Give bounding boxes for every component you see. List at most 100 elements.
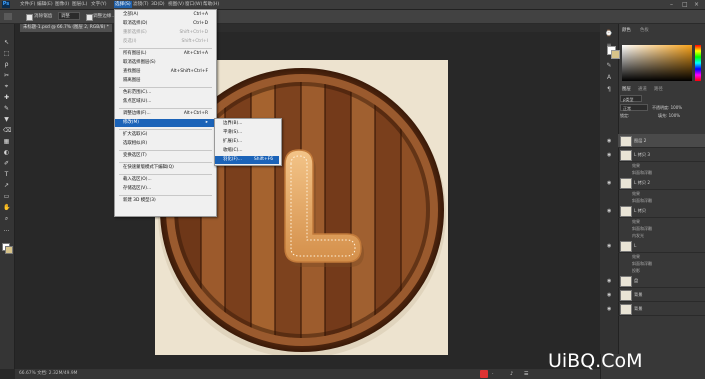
visibility-eye-icon[interactable]: ◉ bbox=[607, 180, 611, 186]
background-color-swatch[interactable] bbox=[611, 50, 620, 59]
tray-icon-1[interactable]: ⋅ bbox=[492, 371, 494, 377]
menu-file[interactable]: 文件(F) bbox=[20, 1, 35, 8]
select-menu-item[interactable]: 反选(I) Shift+Ctrl+I bbox=[115, 38, 214, 46]
layer-row[interactable]: ◉ 盘 bbox=[607, 274, 705, 288]
visibility-eye-icon[interactable]: ◉ bbox=[607, 152, 611, 158]
select-menu-item[interactable]: 在快速蒙版模式下编辑(Q) bbox=[115, 164, 214, 172]
hue-slider[interactable] bbox=[695, 45, 701, 81]
blend-mode-select[interactable]: 正常 bbox=[620, 104, 648, 111]
select-menu-item[interactable]: 修改(M) ▸ bbox=[115, 119, 214, 127]
layer-filter-select[interactable]: ρ类型 bbox=[620, 95, 642, 102]
select-menu-item[interactable]: 载入选区(O)... bbox=[115, 176, 214, 184]
tab-layers[interactable]: 图层 bbox=[622, 86, 631, 92]
layer-effect[interactable]: 斜面和浮雕 bbox=[632, 197, 652, 204]
history-icon[interactable]: ⌚ bbox=[605, 30, 613, 37]
path-select-tool-icon[interactable]: ↗ bbox=[3, 183, 10, 189]
style-select[interactable]: 调整 bbox=[58, 12, 80, 20]
menu-window[interactable]: 窗口(W) bbox=[185, 1, 202, 8]
tab-color[interactable]: 颜色 bbox=[622, 27, 631, 33]
select-menu-item[interactable]: 调整边缘(F)... Alt+Ctrl+R bbox=[115, 110, 214, 118]
layer-row[interactable]: ◉ L 拷贝 3 bbox=[607, 148, 705, 162]
modify-menu-item[interactable]: 扩展(E)... bbox=[215, 138, 279, 146]
layer-row[interactable]: ◉ L 拷贝 bbox=[607, 204, 705, 218]
visibility-eye-icon[interactable]: ◉ bbox=[607, 292, 611, 298]
menu-image[interactable]: 图像(I) bbox=[55, 1, 69, 8]
select-menu-item[interactable]: 查找图层 Alt+Shift+Ctrl+F bbox=[115, 68, 214, 76]
zoom-tool-icon[interactable]: ⌕ bbox=[3, 216, 10, 222]
color-picker-field[interactable] bbox=[622, 45, 692, 81]
tab-channels[interactable]: 通道 bbox=[638, 86, 647, 92]
close-icon[interactable]: × bbox=[694, 1, 699, 8]
type-tool-icon[interactable]: T bbox=[3, 172, 10, 178]
tray-icon-3[interactable]: ☰ bbox=[524, 371, 528, 377]
layer-effect[interactable]: 效果 bbox=[632, 218, 640, 225]
select-menu-item[interactable]: 扩大选取(G) bbox=[115, 131, 214, 139]
select-menu-item[interactable]: 取消选择(D) Ctrl+D bbox=[115, 20, 214, 28]
select-menu-item[interactable]: 所有图层(L) Alt+Ctrl+A bbox=[115, 50, 214, 58]
visibility-eye-icon[interactable]: ◉ bbox=[607, 278, 611, 284]
marquee-tool-icon[interactable]: ⬚ bbox=[3, 51, 10, 57]
toolbox-background-swatch[interactable] bbox=[5, 246, 13, 254]
visibility-eye-icon[interactable]: ◉ bbox=[607, 208, 611, 214]
shape-tool-icon[interactable]: ▭ bbox=[3, 194, 10, 200]
fill-field[interactable]: 填充: 100% bbox=[658, 113, 680, 119]
menu-select[interactable]: 选择(S) bbox=[114, 1, 132, 8]
tool-preset-icon[interactable] bbox=[4, 13, 12, 20]
hand-tool-icon[interactable]: ✋ bbox=[3, 205, 10, 211]
select-menu-item[interactable]: 新建 3D 模型(3) bbox=[115, 197, 214, 205]
select-menu-item[interactable]: 取消选择图层(S) bbox=[115, 59, 214, 67]
select-menu-item[interactable]: 变换选区(T) bbox=[115, 152, 214, 160]
menu-3d[interactable]: 3D(D) bbox=[151, 1, 165, 8]
layer-effect[interactable]: 斜面和浮雕 bbox=[632, 260, 652, 267]
crop-tool-icon[interactable]: ✂ bbox=[3, 73, 10, 79]
healing-tool-icon[interactable]: ✚ bbox=[3, 95, 10, 101]
layer-effect[interactable]: 斜面和浮雕 bbox=[632, 169, 652, 176]
select-menu-item[interactable]: 焦点区域(U)... bbox=[115, 98, 214, 106]
layer-row[interactable]: ◉ 图层 2 bbox=[607, 134, 705, 148]
layer-effect[interactable]: 效果 bbox=[632, 190, 640, 197]
move-tool-icon[interactable]: ↖ bbox=[3, 40, 10, 46]
lasso-tool-icon[interactable]: ρ bbox=[3, 62, 10, 68]
minimize-icon[interactable]: – bbox=[670, 1, 673, 8]
visibility-eye-icon[interactable]: ◉ bbox=[607, 138, 611, 144]
layer-row[interactable]: ◉ L 拷贝 2 bbox=[607, 176, 705, 190]
character-icon[interactable]: A bbox=[605, 74, 613, 81]
select-menu-item[interactable]: 选取相似(R) bbox=[115, 140, 214, 148]
layer-effect[interactable]: 投影 bbox=[632, 267, 640, 274]
modify-menu-item[interactable]: 羽化(F)... Shift+F6 bbox=[215, 156, 279, 164]
layer-effect[interactable]: 效果 bbox=[632, 162, 640, 169]
layer-effect[interactable]: 效果 bbox=[632, 253, 640, 260]
more-tools-icon[interactable]: … bbox=[3, 227, 10, 233]
eyedropper-tool-icon[interactable]: ⌖ bbox=[3, 84, 10, 90]
layer-effect[interactable]: 斜面和浮雕 bbox=[632, 225, 652, 232]
tab-swatches[interactable]: 色板 bbox=[640, 27, 649, 33]
gradient-tool-icon[interactable]: ▦ bbox=[3, 139, 10, 145]
eraser-tool-icon[interactable]: ⌫ bbox=[3, 128, 11, 134]
stamp-tool-icon[interactable]: ▼ bbox=[3, 117, 10, 123]
visibility-eye-icon[interactable]: ◉ bbox=[607, 306, 611, 312]
layer-row[interactable]: ◉ 背景 bbox=[607, 302, 705, 316]
select-menu-item[interactable]: 重新选择(E) Shift+Ctrl+D bbox=[115, 29, 214, 37]
paragraph-icon[interactable]: ¶ bbox=[605, 86, 613, 93]
visibility-eye-icon[interactable]: ◉ bbox=[607, 243, 611, 249]
menu-edit[interactable]: 编辑(E) bbox=[37, 1, 53, 8]
brush-icon[interactable]: ✎ bbox=[605, 62, 613, 69]
layer-effect[interactable]: 内发光 bbox=[632, 232, 644, 239]
document-tab[interactable]: 未标题-1.psd @ 66.7% (图层 2, RGB/8) * bbox=[20, 24, 112, 32]
tab-paths[interactable]: 路径 bbox=[654, 86, 663, 92]
tray-icon-2[interactable]: ♪ bbox=[510, 371, 513, 377]
antialias-checkbox[interactable] bbox=[26, 14, 33, 21]
modify-menu-item[interactable]: 平滑(S)... bbox=[215, 129, 279, 137]
layer-row[interactable]: ◉ 背景 bbox=[607, 288, 705, 302]
select-menu-item[interactable]: 隔离图层 bbox=[115, 77, 214, 85]
pen-tool-icon[interactable]: ✐ bbox=[3, 161, 10, 167]
refine-edge-button[interactable]: 调整边缘... bbox=[93, 13, 116, 19]
menu-help[interactable]: 帮助(H) bbox=[203, 1, 219, 8]
layer-row[interactable]: ◉ L bbox=[607, 239, 705, 253]
menu-filter[interactable]: 滤镜(T) bbox=[133, 1, 149, 8]
select-menu-item[interactable]: 全部(A) Ctrl+A bbox=[115, 11, 214, 19]
modify-menu-item[interactable]: 收缩(C)... bbox=[215, 147, 279, 155]
brush-tool-icon[interactable]: ✎ bbox=[3, 106, 10, 112]
select-menu-item[interactable]: 色彩范围(C)... bbox=[115, 89, 214, 97]
maximize-icon[interactable]: □ bbox=[682, 1, 688, 8]
